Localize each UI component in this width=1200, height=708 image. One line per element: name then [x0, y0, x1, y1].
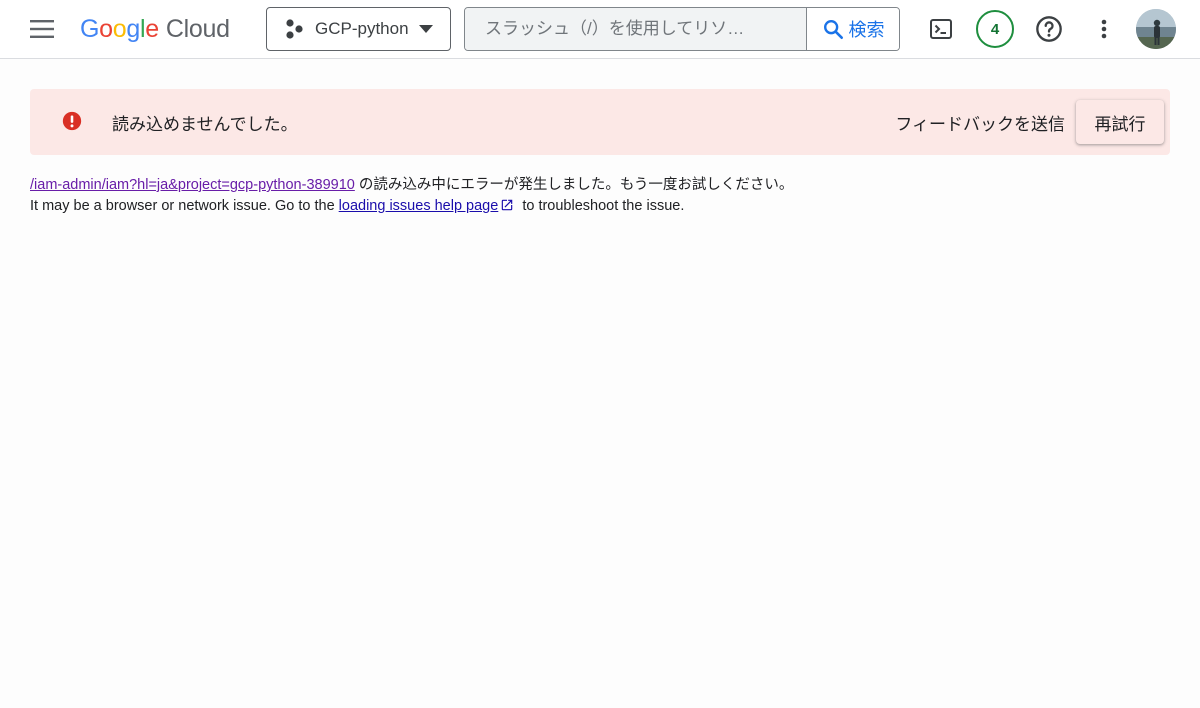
top-app-bar: Google Cloud GCP-python 検索 4 [0, 0, 1200, 59]
error-icon [62, 111, 82, 131]
logo-cloud-text: Cloud [165, 14, 230, 43]
error-message: 読み込めませんでした。 [112, 115, 298, 134]
notification-count-badge: 4 [976, 10, 1014, 48]
search-icon [823, 20, 843, 39]
error-details: /iam-admin/iam?hl=ja&project=gcp-python-… [30, 175, 793, 217]
more-vert-icon [1101, 19, 1107, 39]
help-icon [1036, 16, 1062, 42]
logo-letter: o [112, 14, 127, 43]
avatar-photo [1136, 9, 1176, 49]
google-cloud-logo[interactable]: Google Cloud [80, 13, 230, 45]
project-icon [286, 19, 303, 39]
logo-letter: o [99, 14, 113, 43]
error-banner: 読み込めませんでした。 フィードバックを送信 再試行 [30, 89, 1170, 155]
search-input[interactable] [465, 8, 806, 50]
logo-letter: G [80, 14, 100, 43]
terminal-icon [930, 19, 952, 39]
menu-icon [30, 20, 54, 38]
main-menu-button[interactable] [24, 13, 60, 45]
notifications-button[interactable]: 4 [975, 9, 1015, 49]
search-button[interactable]: 検索 [806, 8, 899, 50]
logo-google-text: Google [80, 15, 159, 44]
project-name: GCP-python [315, 19, 409, 38]
loading-issues-help-link[interactable]: loading issues help page [339, 198, 499, 214]
search-bar: 検索 [464, 7, 900, 51]
chevron-down-icon [419, 25, 433, 33]
open-in-new-icon [502, 199, 513, 211]
help-text-suffix: to troubleshoot the issue. [518, 198, 685, 214]
error-details-line-2: It may be a browser or network issue. Go… [30, 196, 793, 217]
send-feedback-link[interactable]: フィードバックを送信 [895, 110, 1065, 135]
failed-url-link[interactable]: /iam-admin/iam?hl=ja&project=gcp-python-… [30, 177, 355, 193]
more-options-button[interactable] [1084, 9, 1124, 49]
logo-letter: e [145, 14, 159, 43]
help-text-prefix: It may be a browser or network issue. Go… [30, 198, 339, 214]
search-button-label: 検索 [848, 20, 885, 40]
error-details-suffix: の読み込み中にエラーが発生しました。もう一度お試しください。 [354, 177, 794, 193]
account-avatar[interactable] [1136, 9, 1176, 49]
retry-button[interactable]: 再試行 [1076, 100, 1164, 144]
cloud-shell-button[interactable] [921, 9, 961, 49]
error-details-line-1: /iam-admin/iam?hl=ja&project=gcp-python-… [30, 175, 793, 196]
logo-letter: g [126, 14, 140, 43]
project-picker-button[interactable]: GCP-python [266, 7, 451, 51]
help-button[interactable] [1029, 9, 1069, 49]
